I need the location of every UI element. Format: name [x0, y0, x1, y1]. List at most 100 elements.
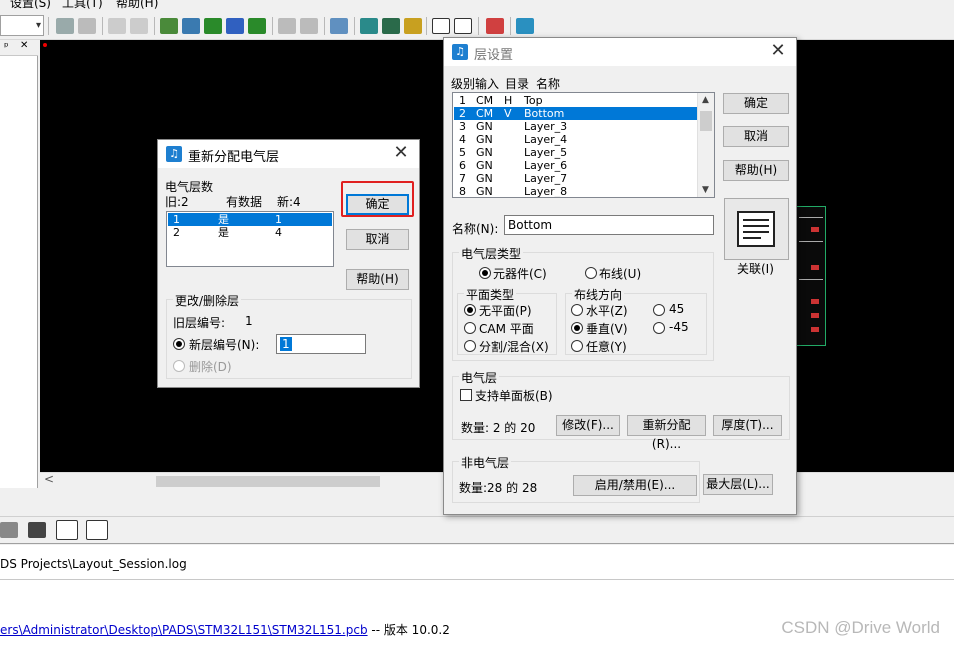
component-icon[interactable] [160, 18, 178, 34]
layer-list-scrollbar[interactable]: ▲ ▼ [697, 93, 714, 197]
mode-combo[interactable]: ▾ [0, 15, 44, 36]
layer-list-item[interactable]: 4 GN Layer_4 [454, 133, 697, 146]
scroll-left-icon[interactable]: < [44, 472, 54, 486]
chevron-down-icon: ▾ [35, 20, 41, 31]
layer-num: 7 [459, 172, 466, 185]
layer-list-item[interactable]: 7 GN Layer_7 [454, 172, 697, 185]
cancel-button[interactable]: 取消 [723, 126, 789, 147]
design-path-link[interactable]: ers\Administrator\Desktop\PADS\STM32L151… [0, 623, 368, 637]
degm45-radio[interactable] [653, 322, 665, 334]
thickness-button[interactable]: 厚度(T)... [713, 415, 782, 436]
origin-marker [43, 43, 47, 47]
list-item[interactable]: 1 是 1 [168, 213, 332, 226]
copy-icon[interactable] [108, 18, 126, 34]
split-mixed-radio[interactable] [464, 340, 476, 352]
script-icon[interactable] [516, 18, 534, 34]
panel-header: ᵖ ✕ [0, 40, 38, 56]
scroll-thumb[interactable] [156, 476, 380, 487]
enable-disable-button[interactable]: 启用/禁用(E)... [573, 475, 697, 496]
old-layer-number-value: 1 [245, 314, 253, 328]
close-button[interactable]: ✕ [391, 142, 411, 164]
layer-list-item[interactable]: 5 GN Layer_5 [454, 146, 697, 159]
layer-name: Layer_6 [524, 159, 568, 172]
new-count-label: 新:4 [277, 195, 301, 209]
divider [0, 579, 954, 580]
layer-mapping-list[interactable]: 1 是 1 2 是 4 [166, 211, 334, 267]
menu-settings[interactable]: 设置(S) [10, 0, 51, 11]
any-radio[interactable] [571, 340, 583, 352]
undo-icon[interactable] [278, 18, 296, 34]
scroll-down-icon[interactable]: ▼ [702, 185, 709, 195]
route-icon[interactable] [226, 18, 244, 34]
display-icon[interactable] [382, 18, 400, 34]
design-path-line: ers\Administrator\Desktop\PADS\STM32L151… [0, 621, 450, 638]
list-item[interactable]: 2 是 4 [168, 226, 332, 239]
layer-list-item[interactable]: 3 GN Layer_3 [454, 120, 697, 133]
properties-icon[interactable] [56, 18, 74, 34]
no-plane-label: 无平面(P) [479, 304, 532, 318]
board-icon[interactable] [204, 18, 222, 34]
electrical-count-label: 数量: 2 的 20 [461, 421, 536, 435]
single-sided-checkbox[interactable] [460, 389, 472, 401]
dialog-title: 层设置 [474, 48, 514, 63]
layer-list-item[interactable]: 8 GN Layer_8 [454, 185, 697, 198]
layer-list-item[interactable]: 2 CM V Bottom [454, 107, 697, 120]
group-title: 电气层类型 [459, 245, 524, 262]
modify-button[interactable]: 修改(F)... [556, 415, 620, 436]
layer-list[interactable]: 1 CM H Top 2 CM V Bottom 3 GN Layer_3 4 GN Layer_4 5 GN… [452, 92, 715, 198]
document-icon [737, 211, 775, 247]
cam-plane-radio[interactable] [464, 322, 476, 334]
split-mixed-label: 分割/混合(X) [479, 340, 549, 354]
menu-help[interactable]: 帮助(H) [116, 0, 158, 11]
help-button[interactable]: 帮助(H) [723, 160, 789, 181]
scroll-up-icon[interactable]: ▲ [702, 95, 709, 105]
component-radio[interactable] [479, 267, 491, 279]
toolbar: ▾ [0, 12, 954, 40]
ok-button[interactable]: 确定 [346, 194, 409, 215]
horizontal-radio[interactable] [571, 304, 583, 316]
no-plane-radio[interactable] [464, 304, 476, 316]
redo-icon[interactable] [300, 18, 318, 34]
net-icon[interactable] [182, 18, 200, 34]
col-header-name: 名称 [536, 77, 561, 91]
deg45-radio[interactable] [653, 304, 665, 316]
vertical-radio[interactable] [571, 322, 583, 334]
cancel-button[interactable]: 取消 [346, 229, 409, 250]
drc-icon[interactable] [486, 18, 504, 34]
binoculars-icon[interactable] [28, 522, 46, 538]
scroll-thumb[interactable] [700, 111, 712, 131]
pen-icon[interactable] [404, 18, 422, 34]
layer-list-item[interactable]: 6 GN Layer_6 [454, 159, 697, 172]
pad [811, 227, 819, 232]
layer-num: 8 [459, 185, 466, 198]
select-mode-icon[interactable] [432, 18, 450, 34]
new-layer-number-input[interactable]: 1 [276, 334, 366, 354]
associate-button[interactable] [724, 198, 789, 260]
zoom-icon[interactable] [330, 18, 348, 34]
help-button[interactable]: 帮助(H) [346, 269, 409, 290]
select-all-icon[interactable] [454, 18, 472, 34]
max-layers-button[interactable]: 最大层(L)... [703, 474, 773, 495]
layer-type: GN [476, 159, 493, 172]
menu-tools[interactable]: 工具(T) [62, 0, 103, 11]
close-button[interactable]: ✕ [768, 40, 788, 62]
refresh-icon[interactable] [78, 18, 96, 34]
edit-icon[interactable] [56, 520, 78, 540]
close-icon[interactable]: ✕ [20, 40, 28, 51]
routing-radio[interactable] [585, 267, 597, 279]
menu-bar: 设置(S) 工具(T) 帮助(H) [0, 0, 954, 12]
ok-button[interactable]: 确定 [723, 93, 789, 114]
layer-icon[interactable] [360, 18, 378, 34]
table-icon[interactable] [86, 520, 108, 540]
via-icon[interactable] [248, 18, 266, 34]
new-layer-radio[interactable] [173, 338, 185, 350]
change-delete-group: 更改/删除层 旧层编号: 1 新层编号(N): 1 删除(D) [166, 292, 412, 379]
layer-name-input[interactable]: Bottom [504, 215, 714, 235]
paste-icon[interactable] [130, 18, 148, 34]
layer-list-item[interactable]: 1 CM H Top [454, 94, 697, 107]
reassign-button[interactable]: 重新分配(R)... [627, 415, 706, 451]
pin-icon[interactable]: ᵖ [4, 40, 9, 53]
horizontal-label: 水平(Z) [586, 304, 628, 318]
delete-radio[interactable] [173, 360, 185, 372]
print-icon[interactable] [0, 522, 18, 538]
